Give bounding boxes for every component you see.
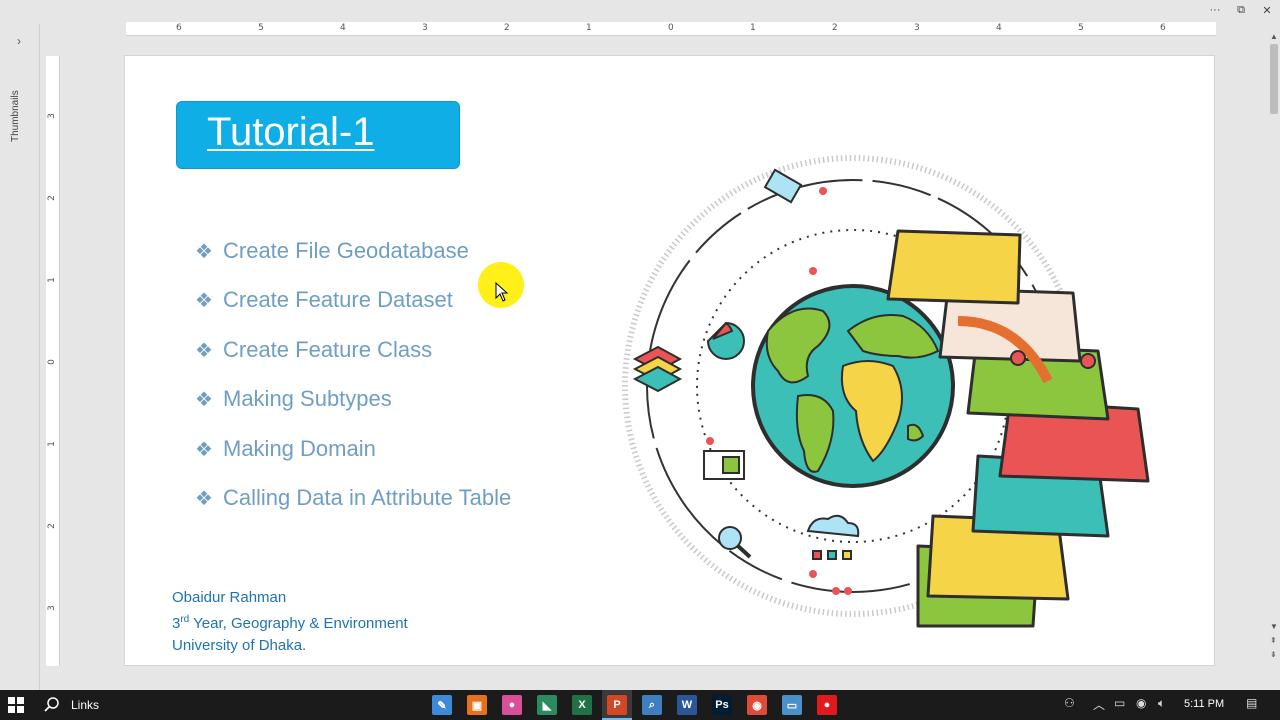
volume-icon[interactable]: 🔈︎ xyxy=(1158,696,1165,711)
ruler-number: 1 xyxy=(46,277,57,283)
restore-window-icon[interactable]: ⧉ xyxy=(1228,0,1254,20)
app-excel-icon[interactable]: X xyxy=(572,695,592,715)
windows-start-icon[interactable] xyxy=(6,695,26,715)
app-photoshop-icon[interactable]: Ps xyxy=(712,695,732,715)
diamond-bullet-icon: ❖ xyxy=(195,238,213,263)
expand-thumbnails-icon[interactable]: › xyxy=(12,34,26,48)
app-record-icon[interactable]: ● xyxy=(817,695,837,715)
search-icon[interactable] xyxy=(42,695,62,715)
slide-title: Tutorial-1 xyxy=(207,110,375,154)
app-pen-icon[interactable]: ✎ xyxy=(432,695,452,715)
ruler-number: 6 xyxy=(176,23,182,33)
diamond-bullet-icon: ❖ xyxy=(195,486,213,511)
ruler-number: 3 xyxy=(46,605,57,611)
bullet-item[interactable]: ❖ Calling Data in Attribute Table xyxy=(195,474,511,524)
more-options-icon[interactable]: ··· xyxy=(1202,0,1228,20)
app-word-icon[interactable]: W xyxy=(677,695,697,715)
vertical-scrollbar[interactable]: ▲ ▼ ⇞ ⇟ xyxy=(1268,24,1280,690)
ruler-number: 0 xyxy=(668,23,674,33)
close-window-icon[interactable]: ✕ xyxy=(1254,0,1280,20)
mouse-pointer-icon xyxy=(495,282,509,302)
window-controls: ··· ⧉ ✕ xyxy=(1202,0,1280,20)
app-mapping-icon[interactable]: ◣ xyxy=(537,695,557,715)
app-pink-icon[interactable]: ● xyxy=(502,695,522,715)
ruler-number: 1 xyxy=(750,23,756,33)
bullet-text: Calling Data in Attribute Table xyxy=(223,485,512,511)
taskbar-search-label[interactable]: Links xyxy=(71,698,99,712)
slide-canvas[interactable]: Tutorial-1 ❖ Create File Geodatabase ❖ Cre… xyxy=(124,55,1215,666)
vertical-ruler[interactable]: 3 2 1 0 1 2 3 xyxy=(46,56,60,666)
app-orange-icon[interactable]: ▣ xyxy=(467,695,487,715)
gis-illustration[interactable] xyxy=(618,151,1158,631)
bullet-text: Create Feature Class xyxy=(223,336,433,362)
bullet-text: Create Feature Dataset xyxy=(223,287,453,313)
ruler-number: 5 xyxy=(258,23,264,33)
horizontal-ruler[interactable]: 6 5 4 3 2 1 0 1 2 3 4 5 6 xyxy=(126,22,1216,36)
author-name: Obaidur Rahman xyxy=(172,589,287,606)
ruler-number: 3 xyxy=(914,23,920,33)
people-icon[interactable]: ⚇ xyxy=(1064,696,1075,710)
ruler-number: 4 xyxy=(340,23,346,33)
diamond-bullet-icon: ❖ xyxy=(195,436,213,461)
author-block[interactable]: Obaidur Rahman 3rd Year, Geography & Env… xyxy=(172,587,408,657)
author-university: University of Dhaka. xyxy=(172,637,307,654)
ruler-number: 2 xyxy=(504,23,510,33)
notifications-icon[interactable]: ▤ xyxy=(1246,696,1257,710)
diamond-bullet-icon: ❖ xyxy=(195,387,213,412)
bullet-text: Making Subtypes xyxy=(223,386,392,412)
network-icon[interactable]: ◉ xyxy=(1136,696,1146,710)
battery-icon[interactable]: ▭ xyxy=(1114,696,1125,710)
ruler-number: 3 xyxy=(422,23,428,33)
app-chrome-icon[interactable]: ◉ xyxy=(747,695,767,715)
next-slide-icon[interactable]: ⇟ xyxy=(1270,650,1277,659)
title-box[interactable]: Tutorial-1 xyxy=(176,101,460,169)
ruler-number: 6 xyxy=(1160,23,1166,33)
bullet-text: Create File Geodatabase xyxy=(223,237,469,263)
ruler-number: 2 xyxy=(46,195,57,201)
diamond-bullet-icon: ❖ xyxy=(195,337,213,362)
ruler-number: 1 xyxy=(586,23,592,33)
ruler-number: 4 xyxy=(996,23,1002,33)
bullet-item[interactable]: ❖ Create Feature Class xyxy=(195,325,511,375)
diamond-bullet-icon: ❖ xyxy=(195,288,213,313)
taskbar: Links ⚇ ︿ ▭ ◉ 🔈︎ 5:11 PM ▤ ✎ ▣ ● ◣ X P ⌕ W Ps ◉ ▭ ● xyxy=(0,690,1280,720)
thumbnails-label[interactable]: Thumbnails xyxy=(10,90,21,142)
ruler-number: 0 xyxy=(46,359,57,365)
bullet-item[interactable]: ❖ Create Feature Dataset xyxy=(195,276,511,326)
ruler-number: 1 xyxy=(46,441,57,447)
app-magnifier-icon[interactable]: ⌕ xyxy=(642,695,662,715)
bullet-item[interactable]: ❖ Making Domain xyxy=(195,424,511,474)
taskbar-clock[interactable]: 5:11 PM xyxy=(1184,698,1224,710)
scrollbar-thumb[interactable] xyxy=(1270,44,1278,114)
author-year: 3rd Year, Geography & Environment xyxy=(172,614,408,632)
scroll-down-icon[interactable]: ▼ xyxy=(1270,622,1278,631)
ruler-number: 5 xyxy=(1078,23,1084,33)
scroll-up-icon[interactable]: ▲ xyxy=(1270,32,1278,41)
ruler-number: 2 xyxy=(46,523,57,529)
previous-slide-icon[interactable]: ⇞ xyxy=(1270,636,1277,645)
thumbnails-pane: › Thumbnails xyxy=(0,24,40,690)
ruler-number: 2 xyxy=(832,23,838,33)
bullet-text: Making Domain xyxy=(223,435,376,461)
bullet-list: ❖ Create File Geodatabase ❖ Create Feature… xyxy=(195,226,511,523)
ruler-number: 3 xyxy=(46,113,57,119)
bullet-item[interactable]: ❖ Making Subtypes xyxy=(195,375,511,425)
app-desktop-icon[interactable]: ▭ xyxy=(782,695,802,715)
bullet-item[interactable]: ❖ Create File Geodatabase xyxy=(195,226,511,276)
app-powerpoint-icon[interactable]: P xyxy=(607,695,627,715)
show-hidden-icons-icon[interactable]: ︿ xyxy=(1093,696,1105,713)
